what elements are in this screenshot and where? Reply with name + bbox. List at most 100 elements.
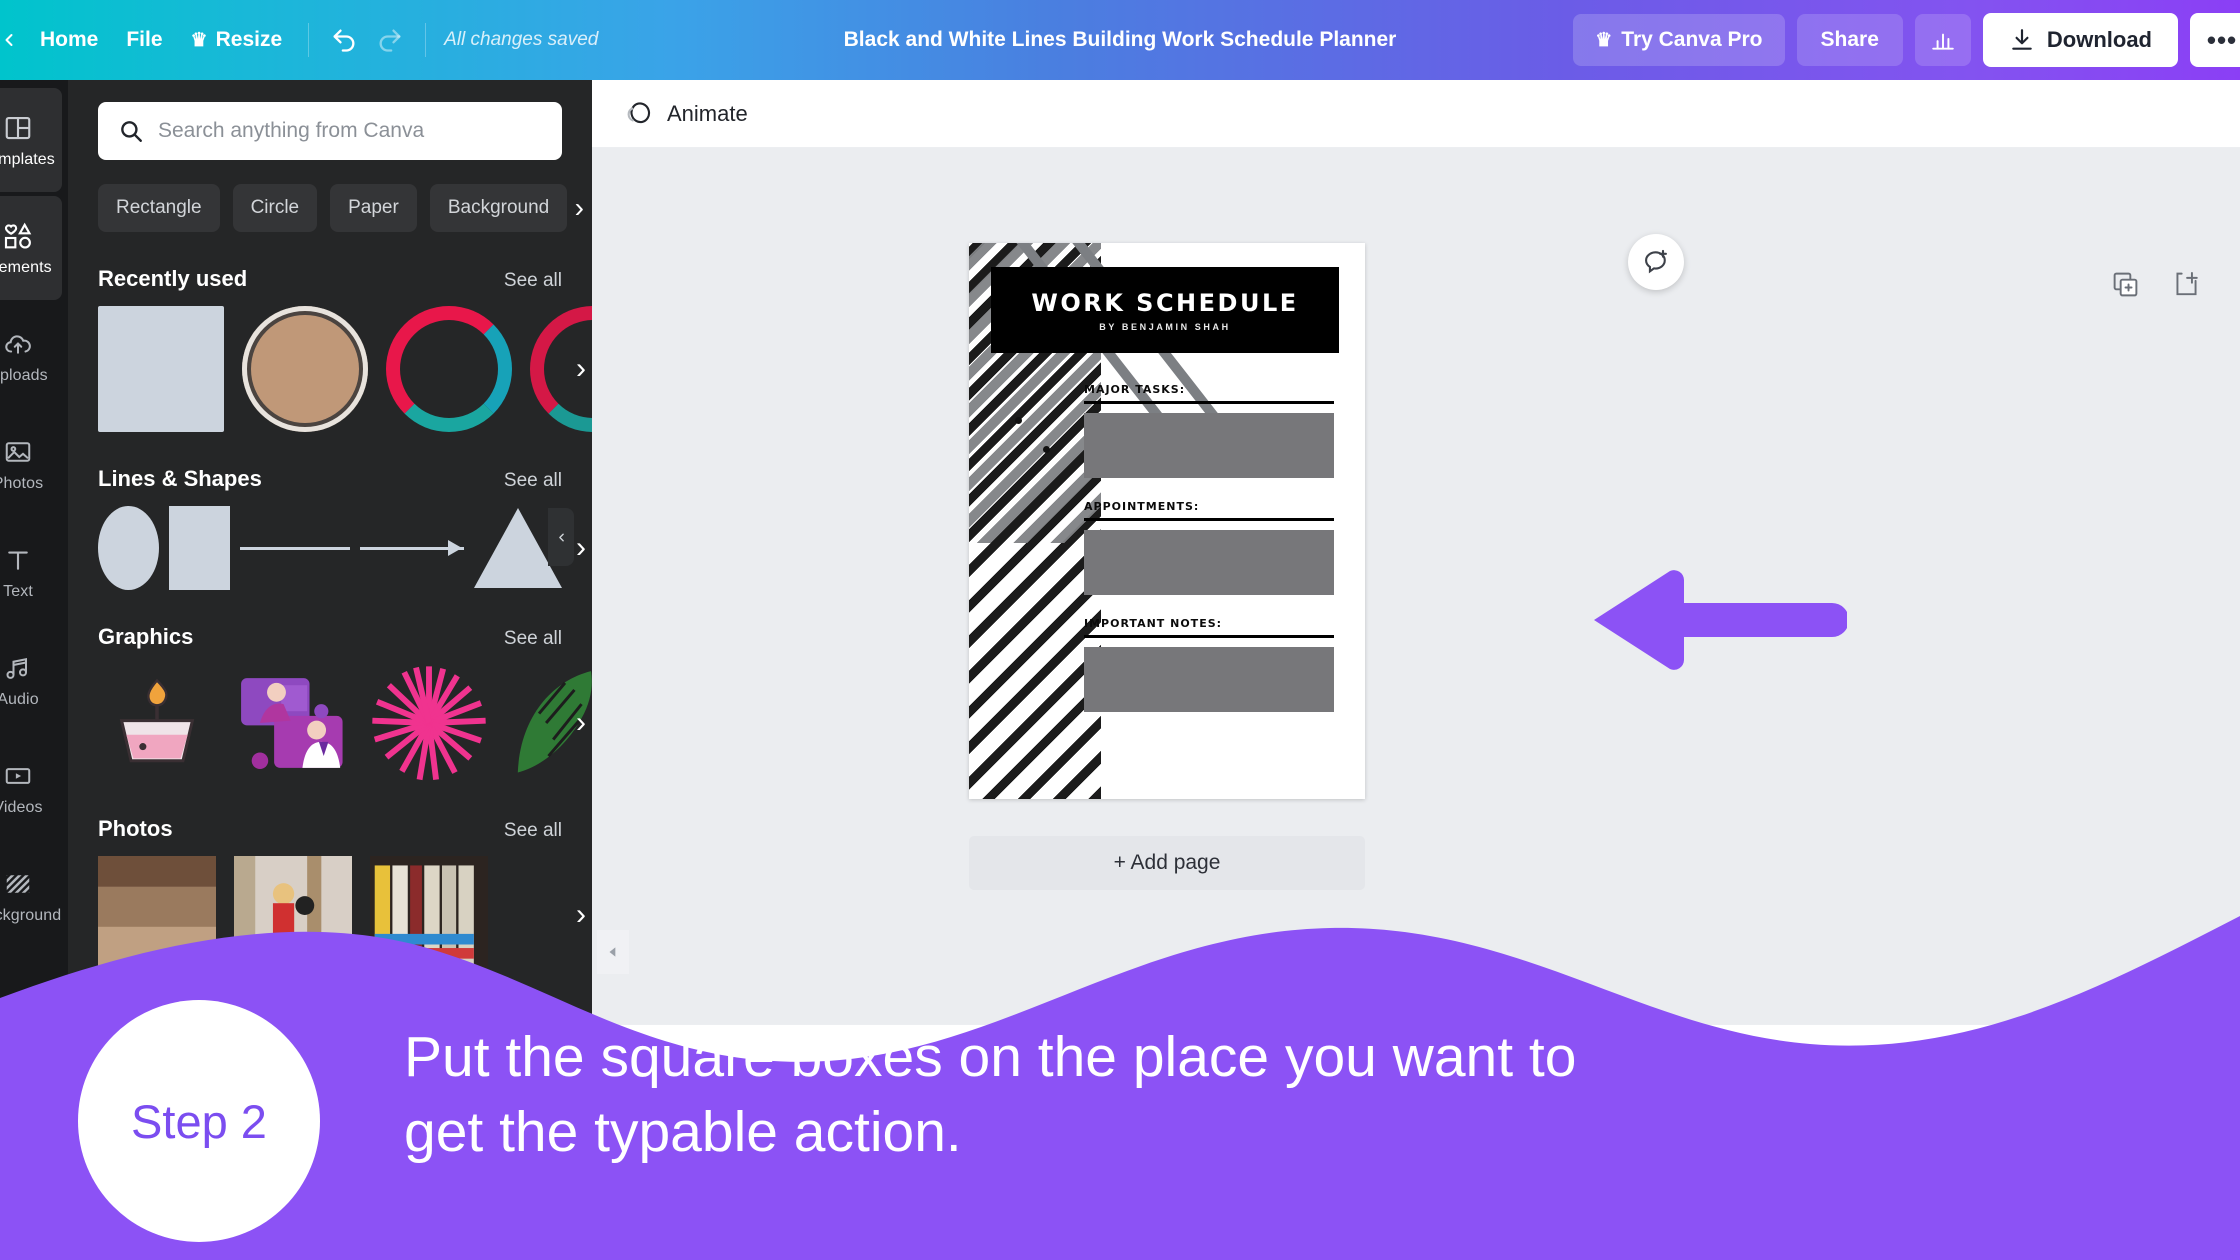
- duplicate-page-button[interactable]: [2111, 270, 2140, 304]
- thumb-square[interactable]: [98, 306, 224, 432]
- add-page-label: + Add page: [1113, 851, 1221, 874]
- undo-button[interactable]: [321, 17, 367, 63]
- collapse-panel-button[interactable]: [548, 508, 574, 566]
- try-canva-pro-button[interactable]: ♛ Try Canva Pro: [1573, 14, 1785, 66]
- thumb-circle-brown[interactable]: [242, 306, 368, 432]
- top-toolbar: Home File ♛ Resize All changes saved Bla…: [0, 0, 2240, 80]
- graphics-next-icon[interactable]: ›: [576, 706, 586, 740]
- more-options-button[interactable]: •••: [2190, 13, 2240, 67]
- section-title: Photos: [98, 816, 173, 841]
- bolt-dot: [1015, 417, 1022, 424]
- graphic-people-illustration[interactable]: [234, 664, 352, 782]
- chips-next-icon[interactable]: ›: [575, 194, 584, 222]
- instruction-text: Put the square boxes on the place you wa…: [404, 1020, 2124, 1170]
- animate-label: Animate: [667, 100, 748, 126]
- graphic-pink-burst[interactable]: [370, 664, 488, 782]
- chip-rectangle[interactable]: Rectangle: [98, 184, 220, 232]
- sidebar-item-uploads[interactable]: Uploads: [0, 304, 62, 408]
- document-fields: MAJOR TASKS: APPOINTMENTS: IMPORTANT NOT…: [1084, 383, 1334, 734]
- document-subtitle: BY BENJAMIN SHAH: [1099, 321, 1231, 332]
- chip-label: Circle: [250, 197, 300, 218]
- filter-chips: Rectangle Circle Paper Background ›: [98, 184, 584, 232]
- download-label: Download: [2046, 27, 2152, 52]
- design-page[interactable]: WORK SCHEDULE BY BENJAMIN SHAH MAJOR TAS…: [969, 243, 1365, 799]
- add-comment-button[interactable]: [1628, 234, 1684, 290]
- shape-line[interactable]: [240, 506, 350, 590]
- annotation-arrow: [1592, 565, 1849, 675]
- shape-arrow[interactable]: [360, 506, 464, 590]
- sidebar-label-templates: Templates: [0, 151, 55, 168]
- sidebar-item-templates[interactable]: Templates: [0, 88, 62, 192]
- sidebar-label-elements: Elements: [0, 259, 52, 276]
- add-page-icon: [2176, 272, 2198, 296]
- save-status: All changes saved: [444, 29, 599, 50]
- share-button[interactable]: Share: [1796, 14, 1903, 66]
- download-button[interactable]: Download: [1982, 13, 2178, 67]
- field-major-tasks[interactable]: MAJOR TASKS:: [1084, 383, 1334, 478]
- sidebar-item-photos[interactable]: Photos: [0, 412, 62, 516]
- crown-icon: ♛: [1595, 29, 1613, 51]
- templates-icon: [1, 111, 35, 145]
- redo-icon: [379, 29, 401, 52]
- crown-icon: ♛: [190, 29, 208, 51]
- search-bar[interactable]: [98, 102, 562, 160]
- top-toolbar-right: ♛ Try Canva Pro Share Download •••: [1573, 13, 2240, 67]
- shape-circle[interactable]: [98, 506, 159, 590]
- back-button[interactable]: [0, 30, 26, 50]
- animate-icon: [627, 101, 651, 123]
- thumb-ring[interactable]: [386, 306, 512, 432]
- stats-button[interactable]: [1914, 14, 1971, 66]
- toolbar-divider-2: [425, 23, 427, 57]
- chip-background[interactable]: Background: [429, 184, 568, 232]
- redo-button[interactable]: [367, 17, 413, 63]
- see-all-graphics[interactable]: See all: [504, 628, 562, 650]
- field-label: MAJOR TASKS:: [1084, 383, 1186, 396]
- sidebar-item-text[interactable]: Text: [0, 520, 62, 624]
- audio-note-icon: [1, 651, 35, 685]
- sidebar-label-text: Text: [3, 583, 33, 600]
- instruction-line-1: Put the square boxes on the place you wa…: [404, 1025, 1577, 1089]
- upload-cloud-icon: [1, 327, 35, 361]
- recently-used-next-icon[interactable]: ›: [576, 352, 586, 386]
- see-all-lines-shapes[interactable]: See all: [504, 470, 562, 492]
- chip-circle[interactable]: Circle: [232, 184, 318, 232]
- field-input-box[interactable]: [1084, 413, 1334, 478]
- sidebar-item-audio[interactable]: Audio: [0, 628, 62, 732]
- home-menu[interactable]: Home: [26, 17, 112, 63]
- bar-chart-icon: [1932, 33, 1954, 50]
- design-title[interactable]: Black and White Lines Building Work Sche…: [844, 28, 1397, 52]
- field-important-notes[interactable]: IMPORTANT NOTES:: [1084, 617, 1334, 712]
- search-input[interactable]: [158, 119, 542, 143]
- field-input-box[interactable]: [1084, 530, 1334, 595]
- search-icon: [121, 121, 142, 142]
- sidebar-item-videos[interactable]: Videos: [0, 736, 62, 840]
- duplicate-page-icon: [2113, 272, 2138, 297]
- section-title: Lines & Shapes: [98, 466, 262, 491]
- document-title-block[interactable]: WORK SCHEDULE BY BENJAMIN SHAH: [991, 267, 1339, 353]
- field-input-box[interactable]: [1084, 647, 1334, 712]
- resize-button[interactable]: ♛ Resize: [177, 17, 297, 63]
- try-pro-label: Try Canva Pro: [1621, 28, 1763, 51]
- chip-paper[interactable]: Paper: [330, 184, 417, 232]
- add-comment-icon: [1645, 249, 1667, 274]
- add-page-button-top[interactable]: [2172, 270, 2201, 304]
- animate-button[interactable]: Animate: [612, 91, 760, 137]
- video-icon: [1, 759, 35, 793]
- chip-label: Paper: [348, 197, 399, 218]
- section-header-photos: Photos See all: [98, 816, 562, 842]
- chevron-left-icon: [558, 533, 564, 541]
- graphic-candle[interactable]: [98, 664, 216, 782]
- see-all-photos[interactable]: See all: [504, 820, 562, 842]
- step-badge: Step 2: [78, 1000, 320, 1242]
- lines-shapes-next-icon[interactable]: ›: [576, 531, 586, 565]
- shape-square[interactable]: [169, 506, 230, 590]
- document-title: WORK SCHEDULE: [1031, 288, 1299, 317]
- toolbar-divider-1: [308, 23, 310, 57]
- elements-icon: [1, 219, 35, 253]
- see-all-recently-used[interactable]: See all: [504, 270, 562, 292]
- sidebar-item-elements[interactable]: Elements: [0, 196, 62, 300]
- file-menu[interactable]: File: [112, 17, 176, 63]
- panel-content: Rectangle Circle Paper Background › Rece…: [68, 80, 592, 974]
- section-title: Recently used: [98, 266, 248, 291]
- field-appointments[interactable]: APPOINTMENTS:: [1084, 500, 1334, 595]
